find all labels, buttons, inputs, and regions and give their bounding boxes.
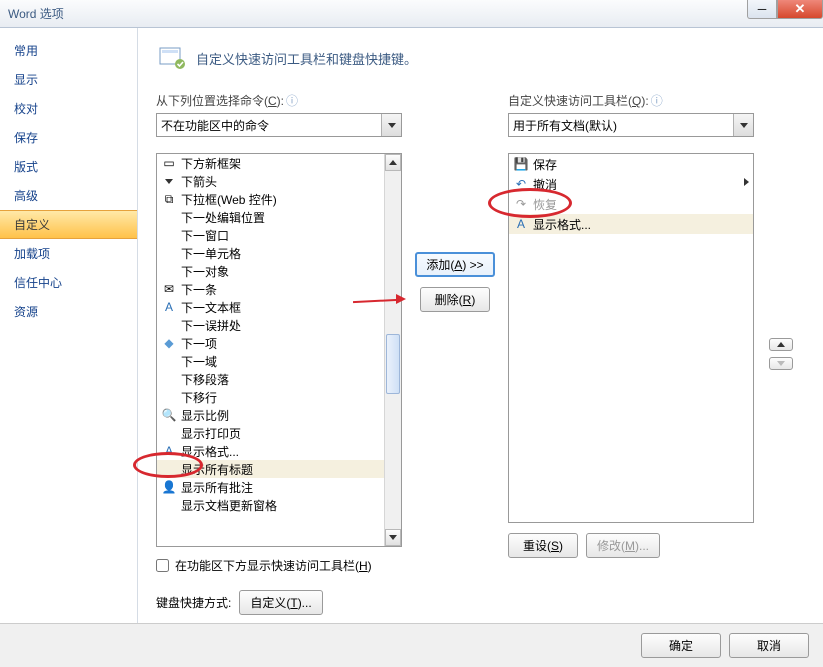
window-controls: ─ ✕ [747, 0, 823, 19]
list-item[interactable]: 显示所有批注 [181, 479, 253, 496]
keyboard-row: 键盘快捷方式: 自定义(T)... [156, 590, 402, 615]
list-item[interactable]: 下一条 [181, 281, 217, 298]
list-item[interactable]: 显示格式... [181, 443, 239, 460]
textbox-icon: A [161, 299, 177, 315]
list-item[interactable]: 下一窗口 [181, 227, 229, 244]
arrow-down-icon [161, 173, 177, 189]
list-item[interactable]: 显示比例 [181, 407, 229, 424]
show-below-checkbox[interactable] [156, 559, 169, 572]
list-item[interactable]: 下拉框(Web 控件) [181, 191, 277, 208]
reset-button[interactable]: 重设(S) [508, 533, 578, 558]
qat-listbox[interactable]: 💾保存 ↶撤消 ↷恢复 A显示格式... [508, 153, 754, 523]
add-button[interactable]: 添加(A) >> [415, 252, 494, 277]
save-icon: 💾 [513, 156, 529, 172]
list-item[interactable]: 下箭头 [181, 173, 217, 190]
sidebar: 常用 显示 校对 保存 版式 高级 自定义 加载项 信任中心 资源 [0, 28, 138, 623]
list-item[interactable]: 保存 [533, 156, 557, 173]
sidebar-item-trust[interactable]: 信任中心 [0, 268, 137, 297]
diamond-icon: ◆ [161, 335, 177, 351]
list-item[interactable]: 下一项 [181, 335, 217, 352]
move-down-button[interactable] [769, 357, 793, 370]
scroll-up-button[interactable] [385, 154, 401, 171]
list-item[interactable]: 下方新框架 [181, 155, 241, 172]
redo-icon: ↷ [513, 196, 529, 212]
scroll-down-button[interactable] [385, 529, 401, 546]
header: 自定义快速访问工具栏和键盘快捷键。 [156, 42, 805, 74]
sidebar-item-display[interactable]: 显示 [0, 65, 137, 94]
titlebar: Word 选项 ─ ✕ [0, 0, 823, 28]
keyboard-label: 键盘快捷方式: [156, 594, 231, 611]
chevron-down-icon [381, 114, 401, 136]
list-item[interactable]: 撤消 [533, 176, 557, 193]
window-title: Word 选项 [8, 5, 64, 22]
list-item[interactable]: 显示格式... [533, 216, 591, 233]
sidebar-item-advanced[interactable]: 高级 [0, 181, 137, 210]
choose-commands-label: 从下列位置选择命令(C):ⓘ [156, 92, 402, 109]
list-item[interactable]: 下一单元格 [181, 245, 241, 262]
chevron-down-icon [733, 114, 753, 136]
qat-combo[interactable]: 用于所有文档(默认) [508, 113, 754, 137]
scroll-thumb[interactable] [386, 334, 400, 394]
scrollbar[interactable] [384, 154, 401, 546]
combo-value: 用于所有文档(默认) [513, 117, 617, 134]
left-column: 从下列位置选择命令(C):ⓘ 不在功能区中的命令 ▭下方新框架 下箭头 ⧉下拉框… [156, 92, 402, 615]
list-item[interactable]: 下一文本框 [181, 299, 241, 316]
customize-icon [156, 42, 188, 74]
sidebar-item-resources[interactable]: 资源 [0, 297, 137, 326]
format-icon: A [513, 216, 529, 232]
combo-value: 不在功能区中的命令 [161, 117, 269, 134]
header-text: 自定义快速访问工具栏和键盘快捷键。 [196, 49, 417, 68]
cancel-button[interactable]: 取消 [729, 633, 809, 658]
sidebar-item-common[interactable]: 常用 [0, 36, 137, 65]
list-item[interactable]: 恢复 [533, 196, 557, 213]
list-item[interactable]: 下一对象 [181, 263, 229, 280]
list-item[interactable]: 下一域 [181, 353, 217, 370]
list-item[interactable]: 显示所有标题 [181, 461, 253, 478]
sidebar-item-layout[interactable]: 版式 [0, 152, 137, 181]
list-item[interactable]: 下移行 [181, 389, 217, 406]
sidebar-item-proofing[interactable]: 校对 [0, 94, 137, 123]
show-below-row: 在功能区下方显示快速访问工具栏(H) [156, 557, 402, 574]
expand-icon[interactable] [744, 178, 749, 186]
zoom-icon: 🔍 [161, 407, 177, 423]
ok-button[interactable]: 确定 [641, 633, 721, 658]
sidebar-item-save[interactable]: 保存 [0, 123, 137, 152]
choose-commands-combo[interactable]: 不在功能区中的命令 [156, 113, 402, 137]
right-column: 自定义快速访问工具栏(Q):ⓘ 用于所有文档(默认) 💾保存 ↶撤消 ↷恢复 A… [508, 92, 754, 615]
list-item[interactable]: 下移段落 [181, 371, 229, 388]
list-item[interactable]: 下一误拼处 [181, 317, 241, 334]
frame-icon: ▭ [161, 155, 177, 171]
undo-icon: ↶ [513, 176, 529, 192]
close-button[interactable]: ✕ [777, 0, 823, 19]
remove-button[interactable]: 删除(R) [420, 287, 490, 312]
list-item[interactable]: 显示文档更新窗格 [181, 497, 277, 514]
sidebar-item-addins[interactable]: 加载项 [0, 239, 137, 268]
columns: 从下列位置选择命令(C):ⓘ 不在功能区中的命令 ▭下方新框架 下箭头 ⧉下拉框… [156, 92, 805, 615]
format-icon: A [161, 443, 177, 459]
envelope-icon: ✉ [161, 281, 177, 297]
main-panel: 自定义快速访问工具栏和键盘快捷键。 从下列位置选择命令(C):ⓘ 不在功能区中的… [138, 28, 823, 623]
sidebar-item-customize[interactable]: 自定义 [0, 210, 137, 239]
keyboard-customize-button[interactable]: 自定义(T)... [239, 590, 322, 615]
commands-listbox[interactable]: ▭下方新框架 下箭头 ⧉下拉框(Web 控件) 下一处编辑位置 下一窗口 下一单… [156, 153, 402, 547]
content: 常用 显示 校对 保存 版式 高级 自定义 加载项 信任中心 资源 自定义快速访… [0, 28, 823, 624]
reorder-column [766, 92, 796, 615]
modify-button[interactable]: 修改(M)... [586, 533, 660, 558]
list-item[interactable]: 显示打印页 [181, 425, 241, 442]
qat-label: 自定义快速访问工具栏(Q):ⓘ [508, 92, 754, 109]
middle-column: 添加(A) >> 删除(R) [414, 92, 496, 615]
footer: 确定 取消 [0, 624, 823, 667]
move-up-button[interactable] [769, 338, 793, 351]
show-below-label: 在功能区下方显示快速访问工具栏(H) [175, 557, 372, 574]
list-item[interactable]: 下一处编辑位置 [181, 209, 265, 226]
dropdown-icon: ⧉ [161, 191, 177, 207]
comment-icon: 👤 [161, 479, 177, 495]
minimize-button[interactable]: ─ [747, 0, 777, 19]
